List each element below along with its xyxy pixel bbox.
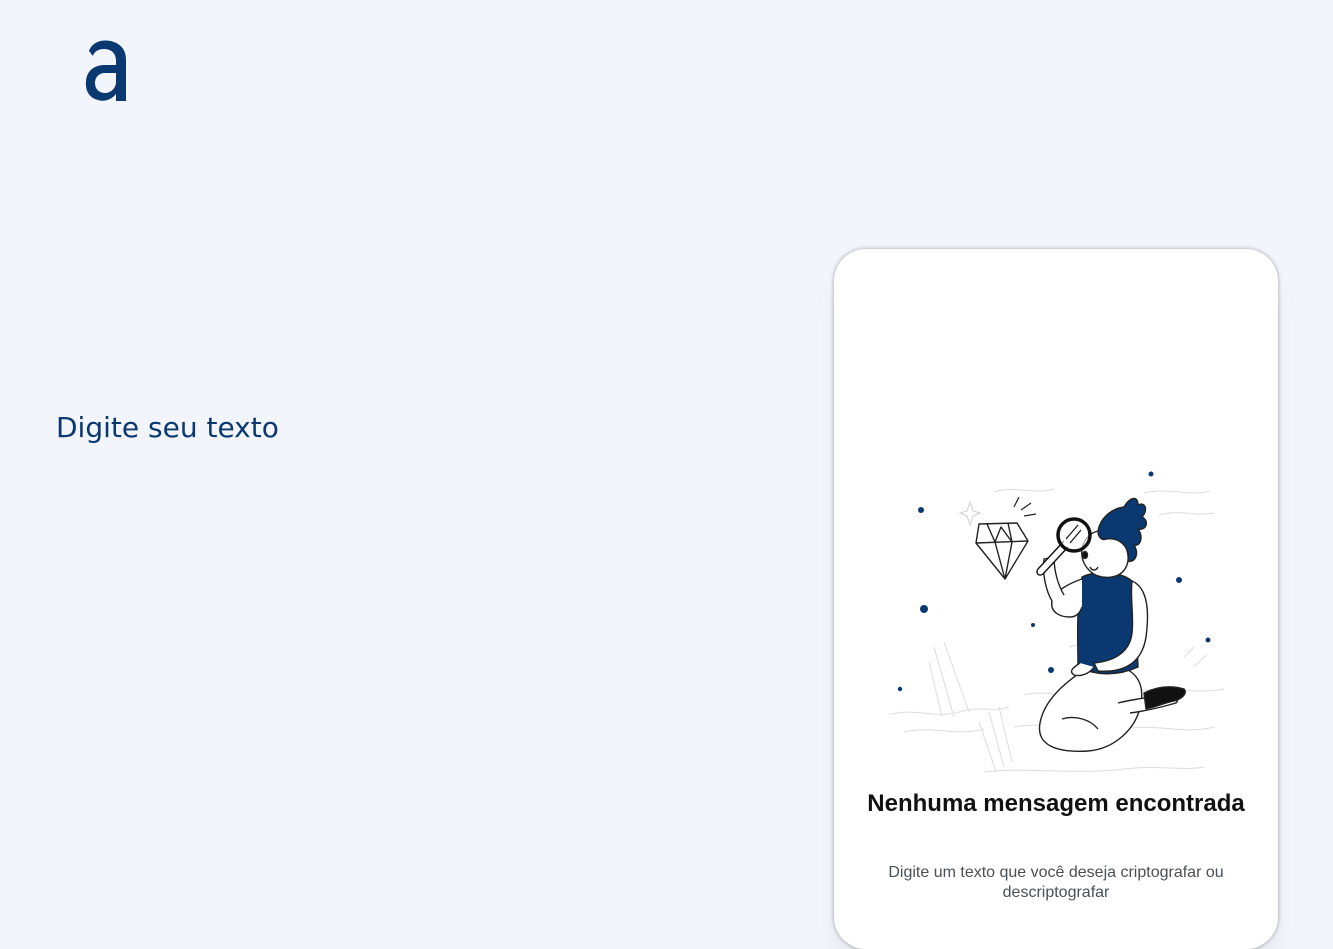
output-card: Nenhuma mensagem encontrada Digite um te… [834,249,1278,949]
message-input[interactable] [56,404,756,464]
person-searching-diamond-illustration [884,467,1228,777]
no-message-text: Digite um texto que você deseja criptogr… [888,864,1224,901]
logo-icon[interactable] [84,38,130,102]
no-message-title: Nenhuma mensagem encontrada [867,790,1245,817]
